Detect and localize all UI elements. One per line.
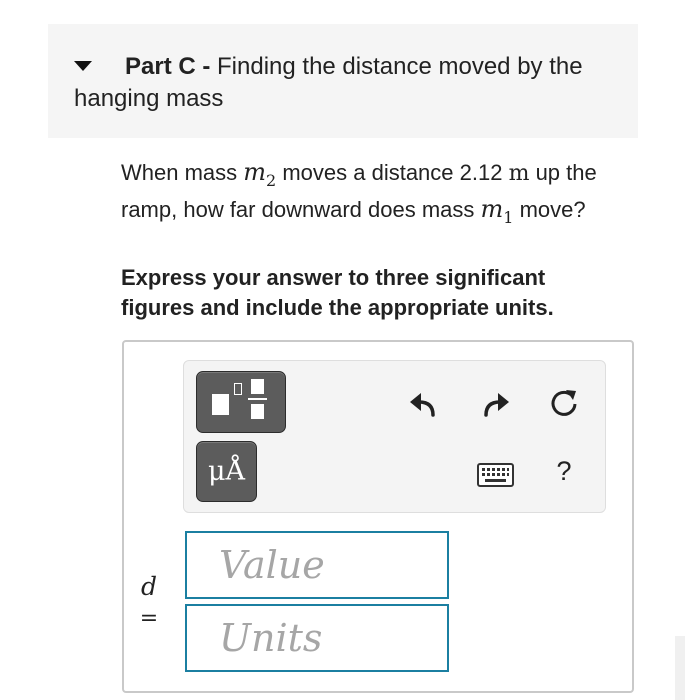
- keyboard-icon[interactable]: [477, 463, 514, 487]
- question-segment: When mass: [121, 160, 244, 185]
- part-title: Part C - Finding the distance moved by t…: [74, 51, 614, 115]
- question-segment: moves a distance 2.12: [276, 160, 509, 185]
- units-button[interactable]: μÅ: [196, 441, 257, 502]
- help-button[interactable]: ?: [553, 455, 575, 487]
- undo-icon[interactable]: [409, 390, 439, 418]
- equals-sign: =: [139, 606, 159, 631]
- mass-m2-symbol: m2: [243, 158, 277, 190]
- templates-button[interactable]: [196, 371, 286, 433]
- units-placeholder: Units: [219, 616, 323, 660]
- scrollbar[interactable]: [675, 636, 685, 700]
- redo-icon[interactable]: [480, 390, 510, 418]
- value-placeholder: Value: [219, 543, 325, 587]
- question-segment: move?: [513, 197, 586, 223]
- units-input[interactable]: Units: [185, 604, 449, 672]
- question-text: When mass m2 moves a distance 2.12 m up …: [121, 158, 621, 233]
- unit-symbol: m: [508, 161, 530, 186]
- answer-instruction: Express your answer to three significant…: [121, 265, 554, 320]
- value-input[interactable]: Value: [185, 531, 449, 599]
- answer-variable: d: [140, 572, 157, 601]
- reset-icon[interactable]: [548, 388, 580, 420]
- mass-m1-symbol: m1: [480, 195, 514, 228]
- part-label: Part C -: [125, 53, 218, 80]
